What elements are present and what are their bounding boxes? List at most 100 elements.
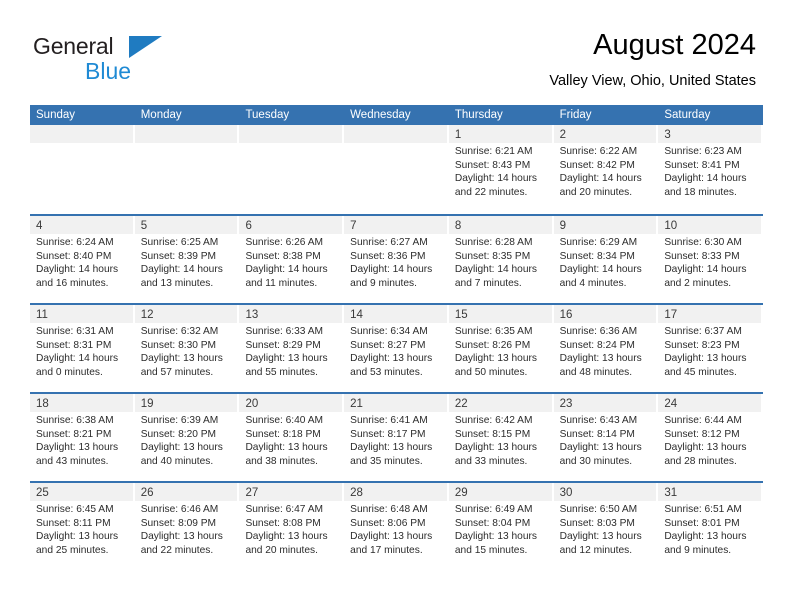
calendar-day-cell[interactable]: 27 Sunrise: 6:47 AM Sunset: 8:08 PM Dayligh… — [239, 483, 345, 570]
sunrise-text: Sunrise: 6:28 AM — [454, 237, 533, 248]
daylight-text-line2: and 55 minutes. — [245, 366, 318, 378]
calendar-day-cell[interactable]: 22 Sunrise: 6:42 AM Sunset: 8:15 PM Dayligh… — [448, 394, 554, 481]
day-details: Sunrise: 6:38 AM Sunset: 8:21 PM Daylight:… — [30, 412, 135, 468]
day-number: 27 — [245, 487, 259, 499]
daylight-text-line1: Daylight: 13 hours — [36, 531, 119, 543]
day-number-band: 18 — [30, 394, 135, 412]
day-details: Sunrise: 6:48 AM Sunset: 8:06 PM Daylight:… — [344, 501, 449, 557]
day-details: Sunrise: 6:30 AM Sunset: 8:33 PM Daylight:… — [658, 234, 763, 290]
sunset-text: Sunset: 8:36 PM — [350, 250, 426, 262]
calendar-day-cell[interactable]: 20 Sunrise: 6:40 AM Sunset: 8:18 PM Dayligh… — [239, 394, 345, 481]
calendar-day-cell[interactable]: 10 Sunrise: 6:30 AM Sunset: 8:33 PM Dayligh… — [658, 216, 764, 303]
sunrise-text: Sunrise: 6:43 AM — [559, 415, 638, 426]
daylight-text-line1: Daylight: 14 hours — [454, 264, 537, 276]
calendar-day-cell[interactable]: 24 Sunrise: 6:44 AM Sunset: 8:12 PM Dayligh… — [658, 394, 764, 481]
calendar-day-cell[interactable]: 7 Sunrise: 6:27 AM Sunset: 8:36 PM Daylight… — [344, 216, 449, 303]
calendar-week-row: 25 Sunrise: 6:45 AM Sunset: 8:11 PM Dayligh… — [30, 481, 764, 570]
day-number-band: 31 — [658, 483, 764, 501]
daylight-text-line1: Daylight: 13 hours — [245, 353, 328, 365]
day-number: 9 — [559, 220, 566, 232]
day-details: Sunrise: 6:37 AM Sunset: 8:23 PM Daylight:… — [658, 323, 763, 379]
daylight-text-line1: Daylight: 13 hours — [350, 531, 433, 543]
day-number: 23 — [559, 398, 573, 410]
day-details: Sunrise: 6:50 AM Sunset: 8:03 PM Daylight:… — [554, 501, 659, 557]
daylight-text-line1: Daylight: 13 hours — [350, 442, 433, 454]
day-number-band: 21 — [344, 394, 449, 412]
daylight-text-line1: Daylight: 13 hours — [454, 442, 537, 454]
sunset-text: Sunset: 8:15 PM — [454, 428, 531, 440]
calendar-day-cell[interactable]: 31 Sunrise: 6:51 AM Sunset: 8:01 PM Dayligh… — [658, 483, 764, 570]
daylight-text-line2: and 45 minutes. — [664, 366, 737, 378]
daylight-text-line2: and 18 minutes. — [664, 186, 737, 198]
daylight-text-line1: Daylight: 14 hours — [664, 173, 747, 185]
day-number: 28 — [350, 487, 363, 499]
sunset-text: Sunset: 8:09 PM — [140, 517, 217, 529]
day-details: Sunrise: 6:47 AM Sunset: 8:08 PM Daylight:… — [239, 501, 344, 557]
day-details: Sunrise: 6:36 AM Sunset: 8:24 PM Daylight:… — [554, 323, 659, 379]
day-number: 3 — [664, 129, 671, 141]
day-details: Sunrise: 6:24 AM Sunset: 8:40 PM Daylight:… — [30, 234, 135, 290]
daylight-text-line2: and 7 minutes. — [454, 277, 522, 289]
calendar-day-cell[interactable]: 13 Sunrise: 6:33 AM Sunset: 8:29 PM Dayligh… — [239, 305, 345, 392]
sunset-text: Sunset: 8:41 PM — [664, 159, 740, 171]
daylight-text-line2: and 30 minutes. — [559, 455, 633, 467]
calendar-day-cell[interactable]: 21 Sunrise: 6:41 AM Sunset: 8:17 PM Dayligh… — [344, 394, 449, 481]
daylight-text-line2: and 4 minutes. — [559, 277, 627, 289]
calendar-day-cell[interactable]: 5 Sunrise: 6:25 AM Sunset: 8:39 PM Daylight… — [134, 216, 240, 303]
calendar-day-cell[interactable]: 14 Sunrise: 6:34 AM Sunset: 8:27 PM Dayligh… — [344, 305, 449, 392]
calendar-day-cell[interactable]: 16 Sunrise: 6:36 AM Sunset: 8:24 PM Dayligh… — [553, 305, 659, 392]
calendar-day-cell[interactable]: 9 Sunrise: 6:29 AM Sunset: 8:34 PM Daylight… — [553, 216, 659, 303]
calendar-day-cell[interactable]: 23 Sunrise: 6:43 AM Sunset: 8:14 PM Dayligh… — [553, 394, 659, 481]
calendar-day-cell[interactable]: 6 Sunrise: 6:26 AM Sunset: 8:38 PM Daylight… — [239, 216, 345, 303]
calendar-day-cell[interactable]: 25 Sunrise: 6:45 AM Sunset: 8:11 PM Dayligh… — [30, 483, 135, 570]
calendar-day-cell[interactable]: 17 Sunrise: 6:37 AM Sunset: 8:23 PM Dayligh… — [658, 305, 764, 392]
sunset-text: Sunset: 8:06 PM — [350, 517, 426, 529]
day-number-band: 24 — [658, 394, 764, 412]
calendar-day-cell[interactable]: 28 Sunrise: 6:48 AM Sunset: 8:06 PM Dayligh… — [344, 483, 449, 570]
page-header: General Blue August 2024 Valley View, Oh… — [0, 0, 792, 106]
calendar-day-cell[interactable]: 11 Sunrise: 6:31 AM Sunset: 8:31 PM Dayligh… — [30, 305, 135, 392]
day-number-band: 14 — [344, 305, 449, 323]
sunrise-text: Sunrise: 6:24 AM — [36, 237, 114, 248]
day-number: 11 — [36, 309, 48, 321]
day-details: Sunrise: 6:33 AM Sunset: 8:29 PM Daylight:… — [239, 323, 344, 379]
brand-name-bottom: Blue — [85, 58, 132, 84]
sunset-text: Sunset: 8:40 PM — [36, 250, 112, 262]
calendar-day-cell[interactable]: 26 Sunrise: 6:46 AM Sunset: 8:09 PM Dayligh… — [134, 483, 240, 570]
sunrise-text: Sunrise: 6:32 AM — [140, 326, 219, 337]
day-number-band: 6 — [239, 216, 345, 234]
calendar-day-cell[interactable]: 12 Sunrise: 6:32 AM Sunset: 8:30 PM Dayligh… — [134, 305, 240, 392]
calendar-day-cell[interactable]: 19 Sunrise: 6:39 AM Sunset: 8:20 PM Dayligh… — [134, 394, 240, 481]
day-number-band: 4 — [30, 216, 135, 234]
sunset-text: Sunset: 8:27 PM — [350, 339, 426, 351]
calendar-day-cell[interactable]: 15 Sunrise: 6:35 AM Sunset: 8:26 PM Dayligh… — [448, 305, 554, 392]
calendar-weeks: 1 Sunrise: 6:21 AM Sunset: 8:43 PM Daylight… — [30, 125, 764, 570]
day-details: Sunrise: 6:41 AM Sunset: 8:17 PM Daylight:… — [344, 412, 449, 468]
day-number: 2 — [559, 129, 566, 141]
day-number-band: 1 — [448, 125, 554, 143]
page-title: August 2024 — [593, 29, 756, 61]
calendar-day-cell[interactable]: 1 Sunrise: 6:21 AM Sunset: 8:43 PM Daylight… — [448, 125, 554, 214]
daylight-text-line2: and 57 minutes. — [140, 366, 214, 378]
sunset-text: Sunset: 8:26 PM — [454, 339, 531, 351]
calendar-day-cell[interactable]: 18 Sunrise: 6:38 AM Sunset: 8:21 PM Dayligh… — [30, 394, 135, 481]
brand-logo[interactable]: General Blue — [33, 33, 263, 89]
sunset-text: Sunset: 8:18 PM — [245, 428, 321, 440]
day-number-band: 20 — [239, 394, 345, 412]
day-number-band: 22 — [448, 394, 554, 412]
daylight-text-line1: Daylight: 13 hours — [140, 442, 223, 454]
calendar-day-cell[interactable]: 30 Sunrise: 6:50 AM Sunset: 8:03 PM Dayligh… — [553, 483, 659, 570]
calendar-day-cell[interactable]: 3 Sunrise: 6:23 AM Sunset: 8:41 PM Daylight… — [658, 125, 764, 214]
calendar-day-cell[interactable]: 29 Sunrise: 6:49 AM Sunset: 8:04 PM Dayligh… — [448, 483, 554, 570]
daylight-text-line1: Daylight: 14 hours — [36, 264, 119, 276]
calendar-day-cell[interactable]: 4 Sunrise: 6:24 AM Sunset: 8:40 PM Daylight… — [30, 216, 135, 303]
daylight-text-line1: Daylight: 13 hours — [559, 442, 642, 454]
calendar-day-cell[interactable]: 2 Sunrise: 6:22 AM Sunset: 8:42 PM Daylight… — [553, 125, 659, 214]
day-number-band: 5 — [134, 216, 240, 234]
weekday-header-saturday: Saturday — [664, 109, 711, 121]
day-details: Sunrise: 6:22 AM Sunset: 8:42 PM Daylight:… — [554, 143, 659, 199]
sunrise-text: Sunrise: 6:26 AM — [245, 237, 324, 248]
day-number: 17 — [664, 309, 678, 321]
calendar-day-cell-empty — [239, 125, 345, 214]
calendar-day-cell[interactable]: 8 Sunrise: 6:28 AM Sunset: 8:35 PM Daylight… — [448, 216, 554, 303]
